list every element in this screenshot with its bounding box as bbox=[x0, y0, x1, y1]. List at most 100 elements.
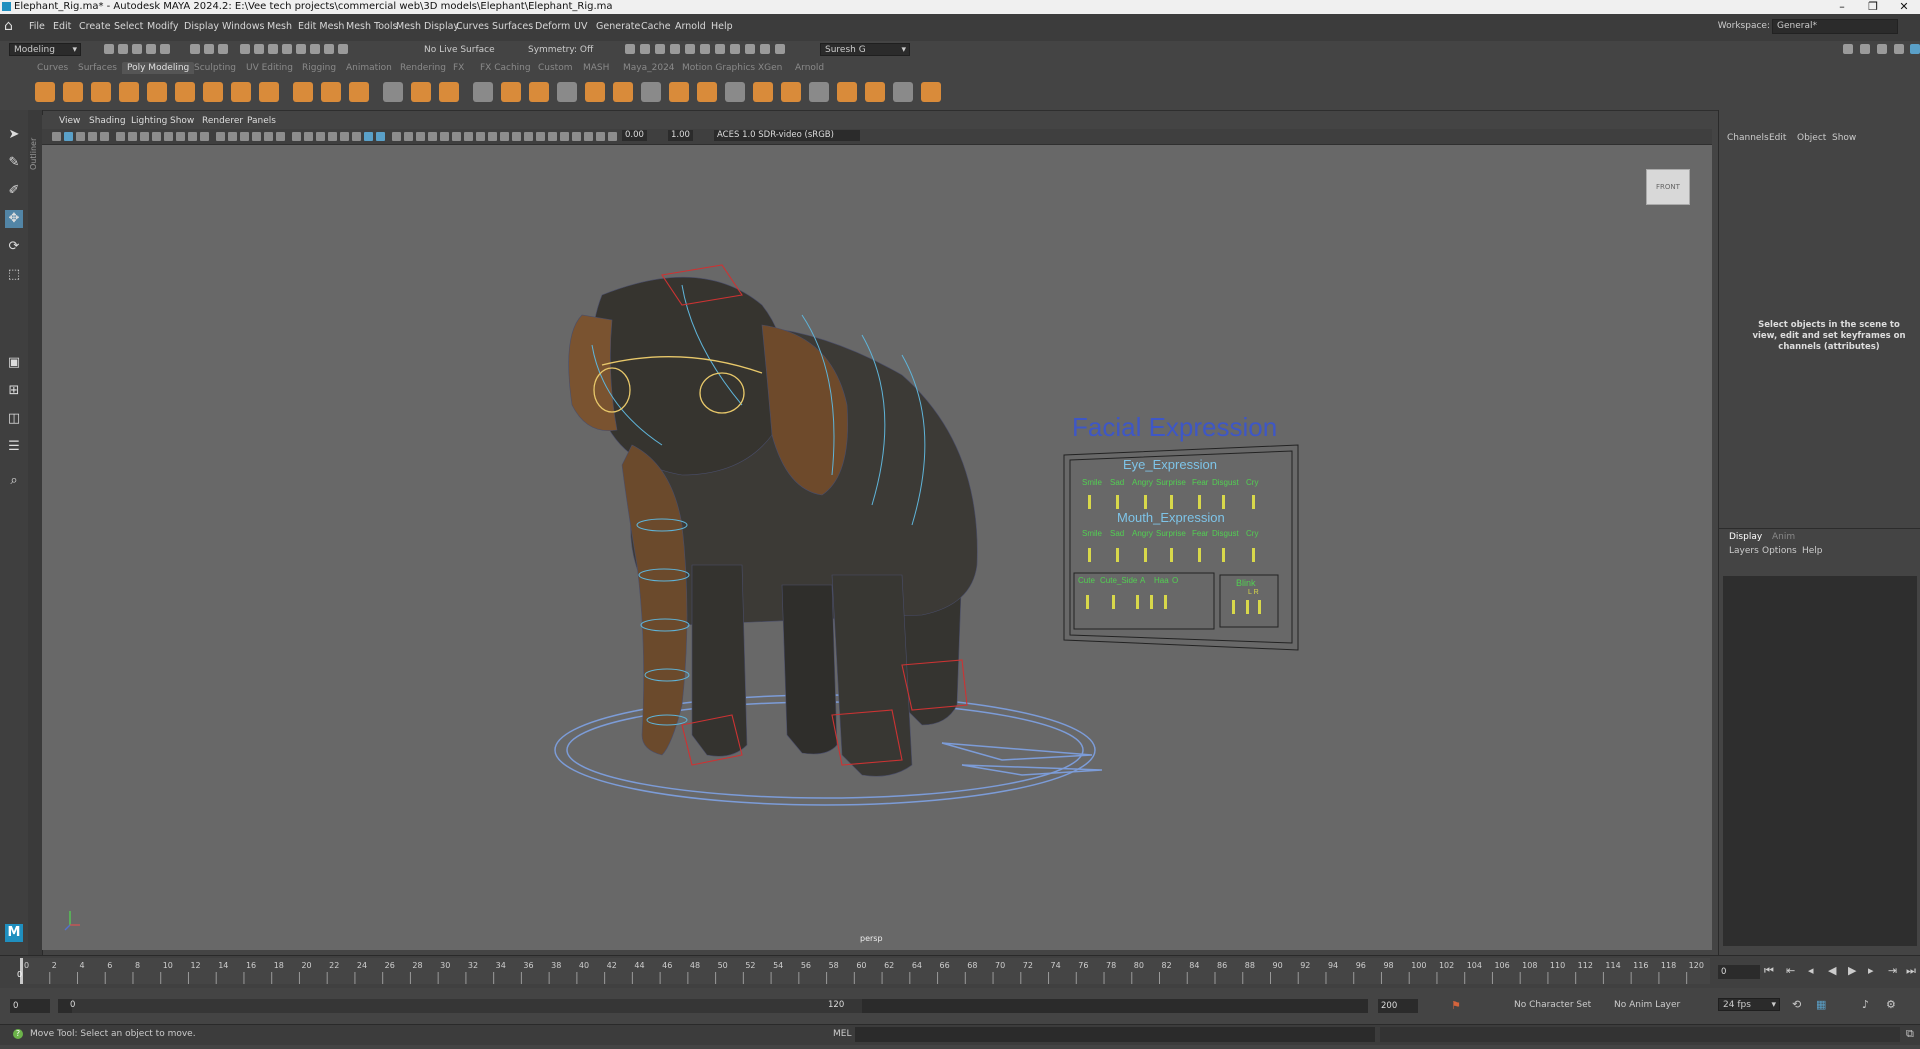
undo-icon[interactable] bbox=[146, 44, 156, 54]
live-surface-label[interactable]: No Live Surface bbox=[424, 45, 495, 55]
arnold-stop-icon[interactable] bbox=[745, 44, 755, 54]
svg-tool-icon[interactable] bbox=[349, 82, 369, 102]
save-scene-icon[interactable] bbox=[132, 44, 142, 54]
platonic-icon[interactable] bbox=[231, 82, 251, 102]
channel-tab-show[interactable]: Show bbox=[1832, 133, 1856, 143]
menu-help[interactable]: Help bbox=[711, 21, 733, 32]
menu-arnold[interactable]: Arnold bbox=[675, 21, 706, 32]
snap-vertex-icon[interactable] bbox=[310, 44, 320, 54]
arnold-snapshot-icon[interactable] bbox=[775, 44, 785, 54]
viewport-tool-icon-36[interactable] bbox=[500, 132, 509, 141]
viewport-tool-icon-24[interactable] bbox=[352, 132, 361, 141]
viewport-tool-icon-17[interactable] bbox=[264, 132, 273, 141]
viewport-menu-show[interactable]: Show bbox=[170, 116, 194, 126]
go-to-start-icon[interactable]: ⏮ bbox=[1764, 964, 1774, 978]
viewport-tool-icon-37[interactable] bbox=[512, 132, 521, 141]
viewport-tool-icon-35[interactable] bbox=[488, 132, 497, 141]
triangulate-icon[interactable] bbox=[697, 82, 717, 102]
shelf-tab-xgen[interactable]: XGen bbox=[758, 63, 782, 73]
viewport-menu-renderer[interactable]: Renderer bbox=[202, 116, 243, 126]
step-back-key-icon[interactable]: ⇤ bbox=[1786, 964, 1795, 977]
viewport-tool-icon-38[interactable] bbox=[524, 132, 533, 141]
viewport-tool-icon-45[interactable] bbox=[608, 132, 617, 141]
viewport-tool-icon-13[interactable] bbox=[216, 132, 225, 141]
viewport-tool-icon-29[interactable] bbox=[416, 132, 425, 141]
sound-icon[interactable]: ♪ bbox=[1862, 998, 1869, 1011]
render-icon[interactable] bbox=[625, 44, 635, 54]
two-view-icon[interactable]: ◫ bbox=[5, 410, 23, 428]
viewport-tool-icon-33[interactable] bbox=[464, 132, 473, 141]
shelf-tab-fx-caching[interactable]: FX Caching bbox=[480, 63, 531, 73]
poly-cube-icon[interactable] bbox=[63, 82, 83, 102]
viewport-tool-icon-18[interactable] bbox=[276, 132, 285, 141]
shelf-tab-maya-2024[interactable]: Maya_2024 bbox=[623, 63, 675, 73]
viewport-tool-icon-16[interactable] bbox=[252, 132, 261, 141]
modeling-toolkit-icon[interactable] bbox=[1843, 44, 1853, 54]
step-forward-frame-icon[interactable]: ▸ bbox=[1868, 964, 1874, 977]
viewport-tool-icon-8[interactable] bbox=[152, 132, 161, 141]
menu-mesh[interactable]: Mesh bbox=[267, 21, 292, 32]
cache-playback-icon[interactable]: ▦ bbox=[1816, 998, 1826, 1011]
shelf-tab-rigging[interactable]: Rigging bbox=[302, 63, 336, 73]
bevel-edge-icon[interactable] bbox=[837, 82, 857, 102]
viewport-tool-icon-30[interactable] bbox=[428, 132, 437, 141]
menu-display[interactable]: Display bbox=[184, 21, 219, 32]
perspective-viewport[interactable]: Facial Expression Eye_Expression Mouth_E… bbox=[42, 145, 1712, 950]
menu-file[interactable]: File bbox=[29, 21, 45, 32]
snap-grid-icon[interactable] bbox=[240, 44, 250, 54]
hypershade-icon[interactable] bbox=[685, 44, 695, 54]
scene-start-field[interactable]: 0 bbox=[10, 999, 50, 1013]
shelf-tab-fx[interactable]: FX bbox=[453, 63, 464, 73]
menu-uv[interactable]: UV bbox=[574, 21, 587, 32]
separate-icon[interactable] bbox=[529, 82, 549, 102]
viewport-tool-icon-31[interactable] bbox=[440, 132, 449, 141]
snap-surface-icon[interactable] bbox=[296, 44, 306, 54]
range-bar-selection[interactable] bbox=[72, 999, 862, 1013]
viewport-tool-icon-32[interactable] bbox=[452, 132, 461, 141]
uv-editor-icon[interactable] bbox=[383, 82, 403, 102]
current-frame-field[interactable]: 0 bbox=[1718, 965, 1760, 979]
layer-menu-layers[interactable]: Layers bbox=[1729, 546, 1759, 556]
quadrangulate-icon[interactable] bbox=[725, 82, 745, 102]
channel-tab-object[interactable]: Object bbox=[1797, 133, 1826, 143]
rotate-tool-icon[interactable]: ⟳ bbox=[5, 238, 23, 256]
viewport-tool-icon-0[interactable] bbox=[52, 132, 61, 141]
smooth-icon[interactable] bbox=[557, 82, 577, 102]
gamma-field[interactable]: 1.00 bbox=[668, 130, 693, 141]
shelf-tab-sculpting[interactable]: Sculpting bbox=[194, 63, 236, 73]
move-tool-icon[interactable]: ✥ bbox=[5, 210, 23, 228]
viewport-tool-icon-19[interactable] bbox=[292, 132, 301, 141]
viewport-tool-icon-40[interactable] bbox=[548, 132, 557, 141]
single-perspective-icon[interactable]: ▣ bbox=[5, 354, 23, 372]
fill-hole-icon[interactable] bbox=[641, 82, 661, 102]
viewport-tool-icon-22[interactable] bbox=[328, 132, 337, 141]
mirror-icon[interactable] bbox=[585, 82, 605, 102]
bool-icon[interactable] bbox=[613, 82, 633, 102]
paint-select-tool-icon[interactable]: ✐ bbox=[5, 182, 23, 200]
viewport-tool-icon-15[interactable] bbox=[240, 132, 249, 141]
snap-point-icon[interactable] bbox=[268, 44, 278, 54]
super-shape-icon[interactable] bbox=[259, 82, 279, 102]
tool-settings-icon[interactable] bbox=[1894, 44, 1904, 54]
shelf-tab-mash[interactable]: MASH bbox=[583, 63, 609, 73]
anim-prefs-icon[interactable]: ⚙ bbox=[1886, 998, 1896, 1011]
four-view-icon[interactable]: ⊞ bbox=[5, 382, 23, 400]
poly-sphere-icon[interactable] bbox=[35, 82, 55, 102]
viewport-menu-lighting[interactable]: Lighting bbox=[131, 116, 167, 126]
bridge-icon[interactable] bbox=[439, 82, 459, 102]
shelf-tab-poly-modeling[interactable]: Poly Modeling bbox=[122, 62, 195, 74]
menu-curves[interactable]: Curves bbox=[456, 21, 489, 32]
bevel-icon[interactable] bbox=[411, 82, 431, 102]
viewport-menu-panels[interactable]: Panels bbox=[247, 116, 276, 126]
step-forward-key-icon[interactable]: ⇥ bbox=[1888, 964, 1897, 977]
channel-tab-edit[interactable]: Edit bbox=[1769, 133, 1786, 143]
loop-icon[interactable]: ⟲ bbox=[1792, 998, 1801, 1011]
menu-windows[interactable]: Windows bbox=[222, 21, 264, 32]
character-set-select[interactable]: No Character Set bbox=[1514, 1000, 1591, 1010]
viewport-tool-icon-21[interactable] bbox=[316, 132, 325, 141]
maya-home-icon[interactable]: M bbox=[5, 924, 23, 942]
minimize-button[interactable]: – bbox=[1827, 0, 1857, 14]
viewport-tool-icon-1[interactable] bbox=[64, 132, 73, 141]
menu-edit[interactable]: Edit bbox=[53, 21, 71, 32]
redo-icon[interactable] bbox=[160, 44, 170, 54]
